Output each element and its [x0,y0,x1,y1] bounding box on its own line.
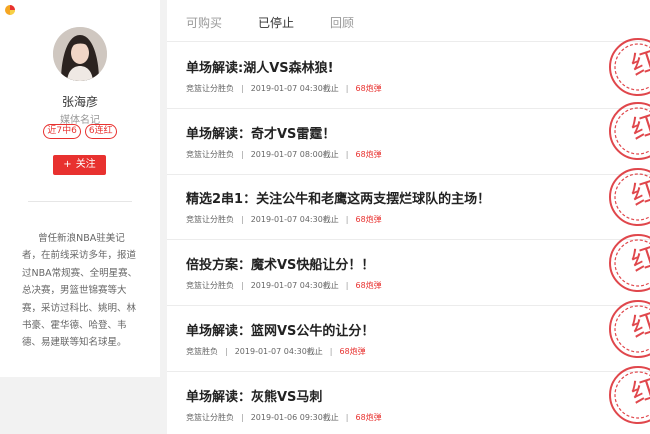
list-item[interactable]: 单场解读：灰熊VS马刺竞篮让分胜负 | 2019-01-06 09:30截止 | 68炮… [167,372,650,434]
main-panel: 可购买 已停止 回顾 单场解读:湖人VS森林狼! 竞篮让分胜负 | 2019-01-0… [167,0,650,434]
tab-review[interactable]: 回顾 [330,14,354,31]
item-category: 竞篮胜负 [186,347,218,356]
separator: | [345,84,349,93]
author-bio: 曾任新浪NBA驻美记者，在前线采访多年，报道过NBA常规赛、全明星赛、总决赛，男… [22,233,138,349]
tab-bar: 可购买 已停止 回顾 [167,0,650,42]
list-item[interactable]: 精选2串1：关注公牛和老鹰这两支摆烂球队的主场！ 竞篮让分胜负 | 2019-01-0… [167,174,650,240]
divider [28,201,132,202]
author-name: 张海彦 [61,95,98,109]
item-title[interactable]: 单场解读：篮网VS公牛的让分！ [186,320,374,339]
item-price: 68炮弹 [355,84,382,93]
separator: | [345,150,349,159]
item-title[interactable]: 单场解读:湖人VS森林狼! [186,57,334,76]
item-title[interactable]: 精选2串1：关注公牛和老鹰这两支摆烂球队的主场！ [186,188,490,207]
item-meta: 竞篮让分胜负 | 2019-01-07 08:00截止 | 68炮弹 [186,149,382,160]
item-meta: 竞篮让分胜负 | 2019-01-06 09:30截止 | 68炮弹 [186,412,382,423]
red-stamp-icon: 红 [609,234,650,292]
item-category: 竞篮让分胜负 [186,84,234,93]
separator: | [345,215,349,224]
red-stamp-icon: 红 [609,366,650,424]
record-badge-streak: 6连红 [84,124,117,139]
list-item[interactable]: 单场解读：奇才VS雷霆！ 竞篮让分胜负 | 2019-01-07 08:00截止 | 68… [167,109,650,175]
item-title[interactable]: 单场解读：灰熊VS马刺 [186,386,322,405]
separator: | [241,281,244,290]
stamp-text: 红 [628,308,650,345]
avatar[interactable] [53,27,107,81]
item-deadline: 2019-01-07 04:30截止 [250,281,339,290]
stamp-text: 红 [628,110,650,147]
item-category: 竞篮让分胜负 [186,413,234,422]
separator: | [241,413,244,422]
separator: | [241,150,244,159]
tab-stopped[interactable]: 已停止 [258,14,294,31]
item-deadline: 2019-01-07 04:30截止 [250,84,339,93]
item-deadline: 2019-01-07 04:30截止 [250,215,339,224]
item-category: 竞篮让分胜负 [186,281,234,290]
item-deadline: 2019-01-06 09:30截止 [250,413,339,422]
author-panel: 张海彦 媒体名记 近7中6 6连红 + 关注 曾任新浪NBA驻美记者，在前线采访多年… [0,0,160,377]
red-stamp-icon: 红 [609,102,650,160]
plus-icon: + [63,159,72,170]
red-stamp-icon: 红 [609,300,650,358]
item-category: 竞篮让分胜负 [186,150,234,159]
red-stamp-icon: 红 [609,38,650,96]
item-title[interactable]: 倍投方案：魔术VS快船让分！！ [186,254,374,273]
item-price: 68炮弹 [355,281,382,290]
separator: | [241,84,244,93]
stamp-text: 红 [628,46,650,83]
item-category: 竞篮让分胜负 [186,215,234,224]
item-price: 68炮弹 [355,150,382,159]
separator: | [225,347,228,356]
record-badges: 近7中6 6连红 [0,124,160,139]
separator: | [345,413,349,422]
follow-button[interactable]: + 关注 [53,155,106,175]
list-item[interactable]: 倍投方案：魔术VS快船让分！！ 竞篮让分胜负 | 2019-01-07 04:30截止… [167,240,650,306]
list-item[interactable]: 单场解读：篮网VS公牛的让分！ 竞篮胜负 | 2019-01-07 04:30截止 | 6… [167,306,650,372]
item-deadline: 2019-01-07 08:00截止 [250,150,339,159]
item-title[interactable]: 单场解读：奇才VS雷霆！ [186,123,335,142]
separator: | [241,215,244,224]
stamp-text: 红 [628,374,650,411]
item-price: 68炮弹 [355,413,382,422]
logo-icon [5,5,15,15]
item-price: 68炮弹 [355,215,382,224]
item-price: 68炮弹 [339,347,366,356]
item-meta: 竞篮让分胜负 | 2019-01-07 04:30截止 | 68炮弹 [186,214,382,225]
follow-button-label: 关注 [75,159,96,170]
tab-available[interactable]: 可购买 [186,14,222,31]
stamp-text: 红 [628,176,650,213]
red-stamp-icon: 红 [609,168,650,226]
separator: | [345,281,349,290]
item-meta: 竞篮胜负 | 2019-01-07 04:30截止 | 68炮弹 [186,346,366,357]
item-meta: 竞篮让分胜负 | 2019-01-07 04:30截止 | 68炮弹 [186,83,382,94]
item-meta: 竞篮让分胜负 | 2019-01-07 04:30截止 | 68炮弹 [186,280,382,291]
record-badge-hits: 近7中6 [43,124,81,139]
stamp-text: 红 [628,242,650,279]
list-item[interactable]: 单场解读:湖人VS森林狼! 竞篮让分胜负 | 2019-01-07 04:30截止 | 6… [167,43,650,109]
item-deadline: 2019-01-07 04:30截止 [234,347,323,356]
separator: | [329,347,333,356]
